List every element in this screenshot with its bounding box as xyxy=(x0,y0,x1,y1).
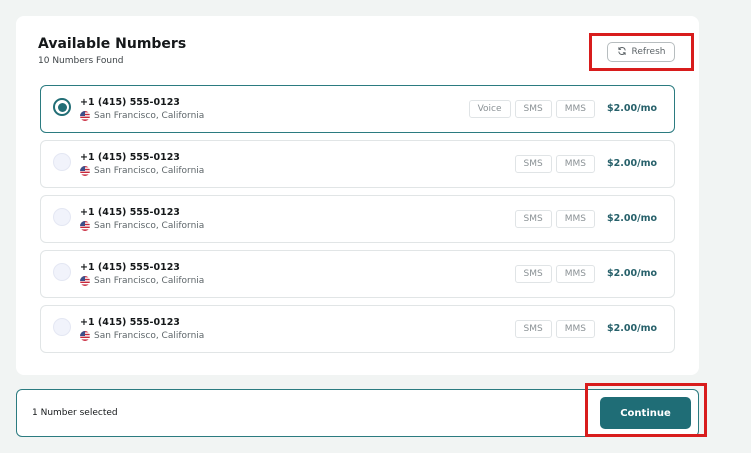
monthly-price: $2.00/mo xyxy=(607,158,657,169)
location-label: San Francisco, California xyxy=(94,111,205,121)
monthly-price: $2.00/mo xyxy=(607,213,657,224)
refresh-icon xyxy=(617,46,627,59)
selection-footer: 1 Number selected Continue xyxy=(16,389,699,437)
capability-badge: MMS xyxy=(555,320,595,338)
numbers-found-count: 10 Numbers Found xyxy=(38,56,124,66)
monthly-price: $2.00/mo xyxy=(607,323,657,334)
capability-badge: SMS xyxy=(514,155,552,173)
continue-button[interactable]: Continue xyxy=(600,397,691,429)
capability-badge: SMS xyxy=(514,265,552,283)
number-row[interactable]: +1 (415) 555-0123 San Francisco, Califor… xyxy=(40,305,675,353)
refresh-label: Refresh xyxy=(631,47,666,57)
number-location: San Francisco, California xyxy=(80,111,204,121)
number-radio[interactable] xyxy=(53,98,71,116)
page-title: Available Numbers xyxy=(38,36,187,52)
capability-badges: SMS MMS xyxy=(514,265,595,283)
capability-badges: SMS MMS xyxy=(514,155,595,173)
phone-number: +1 (415) 555-0123 xyxy=(80,262,180,273)
refresh-button[interactable]: Refresh xyxy=(607,42,675,62)
us-flag-icon xyxy=(80,166,90,176)
selection-summary: 1 Number selected xyxy=(32,408,118,418)
available-numbers-panel: Available Numbers 10 Numbers Found Refre… xyxy=(16,16,699,375)
number-radio[interactable] xyxy=(53,263,71,281)
number-radio[interactable] xyxy=(53,318,71,336)
capability-badge: MMS xyxy=(555,265,595,283)
number-row[interactable]: +1 (415) 555-0123 San Francisco, Califor… xyxy=(40,195,675,243)
us-flag-icon xyxy=(80,331,90,341)
phone-number: +1 (415) 555-0123 xyxy=(80,207,180,218)
monthly-price: $2.00/mo xyxy=(607,268,657,279)
capability-badge: SMS xyxy=(514,100,552,118)
number-row[interactable]: +1 (415) 555-0123 San Francisco, Califor… xyxy=(40,85,675,133)
location-label: San Francisco, California xyxy=(94,166,205,176)
capability-badge: MMS xyxy=(555,155,595,173)
capability-badge: MMS xyxy=(555,100,595,118)
number-location: San Francisco, California xyxy=(80,166,204,176)
us-flag-icon xyxy=(80,276,90,286)
location-label: San Francisco, California xyxy=(94,276,205,286)
capability-badges: Voice SMS MMS xyxy=(468,100,595,118)
capability-badge: Voice xyxy=(468,100,511,118)
number-location: San Francisco, California xyxy=(80,221,204,231)
number-location: San Francisco, California xyxy=(80,276,204,286)
capability-badges: SMS MMS xyxy=(514,320,595,338)
number-location: San Francisco, California xyxy=(80,331,204,341)
us-flag-icon xyxy=(80,111,90,121)
location-label: San Francisco, California xyxy=(94,331,205,341)
phone-number: +1 (415) 555-0123 xyxy=(80,97,180,108)
capability-badge: SMS xyxy=(514,210,552,228)
capability-badge: MMS xyxy=(555,210,595,228)
number-row[interactable]: +1 (415) 555-0123 San Francisco, Califor… xyxy=(40,140,675,188)
number-row[interactable]: +1 (415) 555-0123 San Francisco, Califor… xyxy=(40,250,675,298)
location-label: San Francisco, California xyxy=(94,221,205,231)
capability-badges: SMS MMS xyxy=(514,210,595,228)
monthly-price: $2.00/mo xyxy=(607,103,657,114)
capability-badge: SMS xyxy=(514,320,552,338)
phone-number: +1 (415) 555-0123 xyxy=(80,152,180,163)
phone-number: +1 (415) 555-0123 xyxy=(80,317,180,328)
number-radio[interactable] xyxy=(53,153,71,171)
us-flag-icon xyxy=(80,221,90,231)
number-radio[interactable] xyxy=(53,208,71,226)
